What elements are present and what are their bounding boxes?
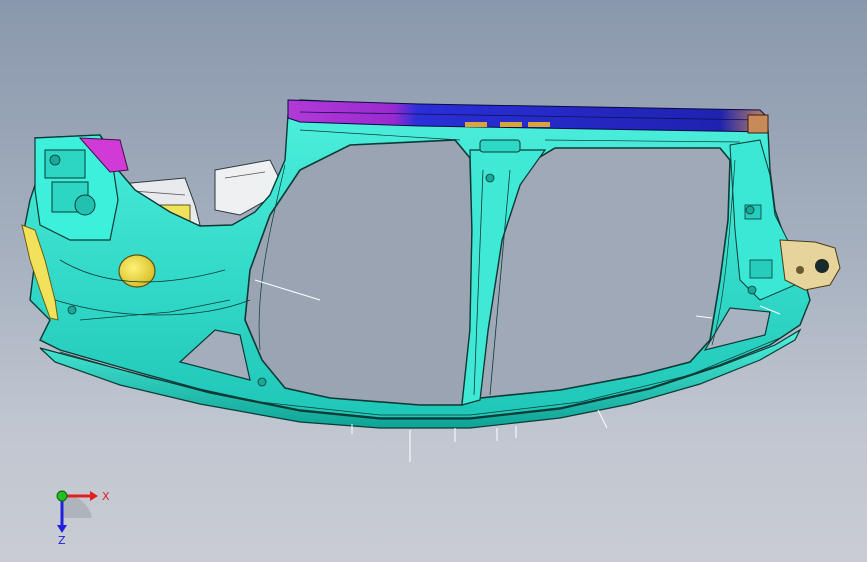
fuel-filler-cap[interactable]	[118, 254, 156, 288]
x-axis-label: X	[102, 490, 110, 503]
cad-model[interactable]	[0, 0, 867, 562]
y-axis-dot	[56, 490, 68, 502]
z-axis-label: Z	[58, 534, 66, 547]
latch-reinforcement[interactable]	[779, 239, 841, 291]
axis-triad: X Z	[56, 490, 110, 547]
cad-viewport[interactable]: X Z	[0, 0, 867, 562]
